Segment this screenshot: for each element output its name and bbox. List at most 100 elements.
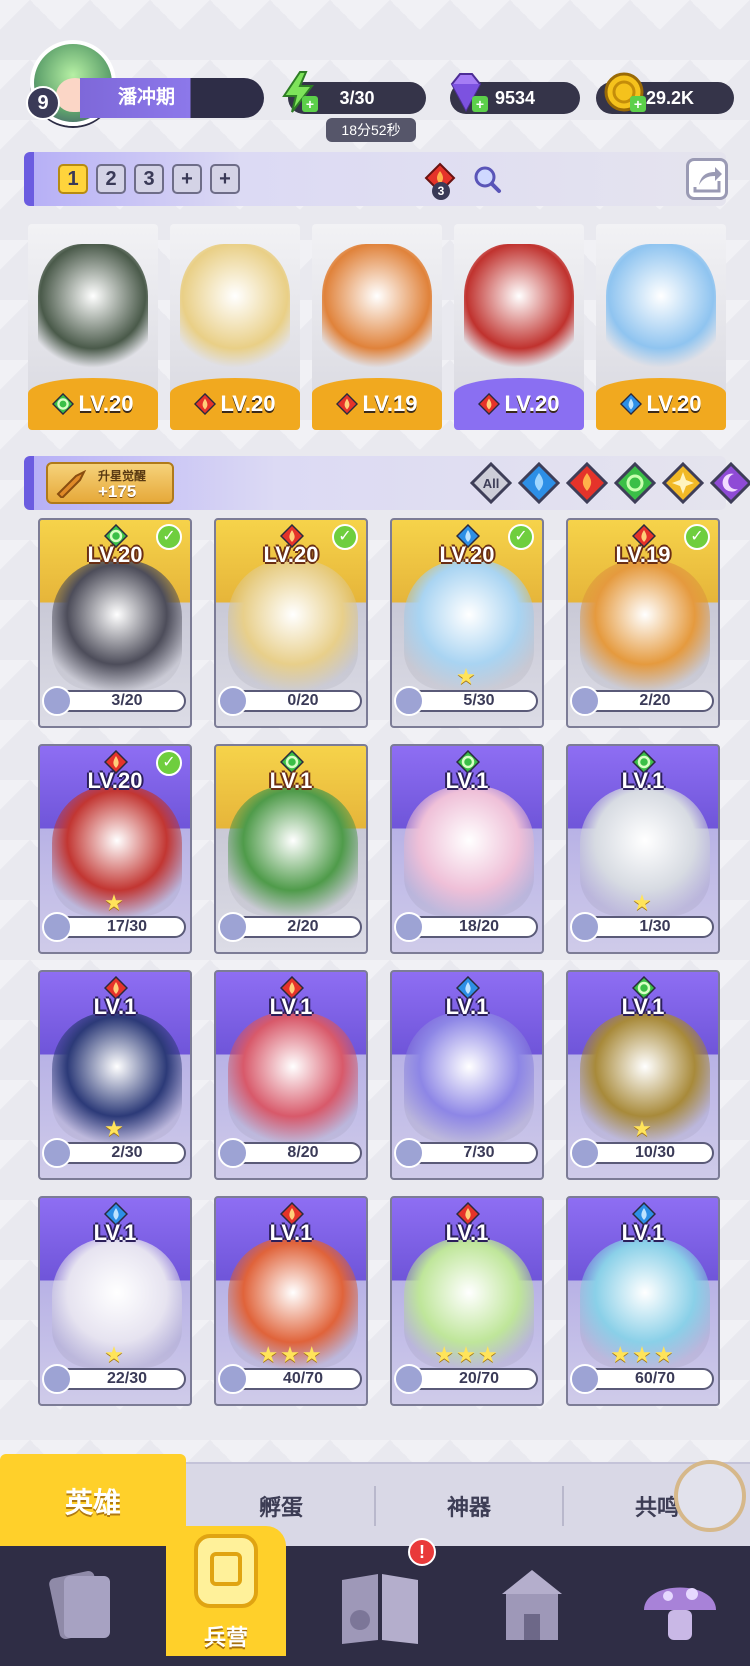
hero-level: LV.1 [93,1220,137,1245]
team-hero-level-bar: LV.20 [170,378,300,430]
team-hero-level: LV.20 [504,391,560,416]
floating-ring-icon[interactable] [674,1460,746,1532]
hero-level: LV.1 [621,994,665,1019]
shard-icon [218,686,248,716]
team-hero-card[interactable]: LV.20 [170,224,300,430]
hero-card[interactable]: LV.20 ✓ ★ 5/30 [390,518,544,728]
shard-icon [570,1364,600,1394]
player-name-plate[interactable]: 潘冲期 [80,78,264,118]
hero-portrait [606,244,716,374]
filter-all-icon[interactable]: All [470,462,512,504]
hero-level: LV.1 [445,1220,489,1245]
shrine-icon [502,1570,562,1640]
hero-card[interactable]: LV.1 ★ 1/30 [566,744,720,954]
hero-card[interactable]: LV.1 ★★★ 40/70 [214,1196,368,1406]
hero-level: LV.1 [445,994,489,1019]
filter-fire-icon[interactable] [566,462,608,504]
gem-value: 9534 [494,87,536,108]
nav-barracks[interactable]: 兵营 [166,1526,286,1656]
energy-timer: 18分52秒 [326,118,416,142]
hero-card[interactable]: LV.1 2/20 [214,744,368,954]
in-team-check-icon: ✓ [332,524,358,550]
team-tab-2[interactable]: 2 [96,164,126,194]
hero-card[interactable]: LV.1 ★ 10/30 [566,970,720,1180]
hero-card[interactable]: LV.1 7/30 [390,970,544,1180]
team-tab-add-1[interactable]: + [172,164,202,194]
team-tab-1[interactable]: 1 [58,164,88,194]
tab-heroes[interactable]: 英雄 [0,1454,186,1548]
hero-level: LV.1 [269,768,313,793]
hero-card[interactable]: LV.1 18/20 [390,744,544,954]
hero-level: LV.1 [93,994,137,1019]
shard-icon [570,686,600,716]
shard-icon [394,686,424,716]
shard-icon [570,1138,600,1168]
gold-plus-icon[interactable]: + [630,96,646,112]
team-hero-card[interactable]: LV.20 [596,224,726,430]
hero-level: LV.1 [269,1220,313,1245]
shard-icon [394,912,424,942]
team-hero-card[interactable]: LV.20 [454,224,584,430]
hero-card[interactable]: LV.1 ★ 22/30 [38,1196,192,1406]
energy-plus-icon[interactable]: + [302,96,318,112]
hero-card[interactable]: LV.19 ✓ 2/20 [566,518,720,728]
team-tab-add-2[interactable]: + [210,164,240,194]
nav-cards[interactable] [30,1560,130,1656]
shard-icon [42,686,72,716]
team-hero-level-bar: LV.20 [28,378,158,430]
hero-card[interactable]: LV.1 ★★★ 60/70 [566,1196,720,1406]
nav-book[interactable] [330,1560,430,1656]
element-gem-count: 3 [432,182,450,200]
water-element-icon [620,392,643,416]
nav-barracks-label: 兵营 [203,1625,248,1650]
filter-light-icon[interactable] [662,462,704,504]
hero-card[interactable]: LV.1 8/20 [214,970,368,1180]
gem-plus-icon[interactable]: + [472,96,488,112]
energy-value: 3/30 [339,87,375,108]
player-name: 潘冲期 [118,87,176,108]
team-hero-level-bar: LV.20 [596,378,726,430]
team-hero-level: LV.20 [646,391,702,416]
filter-water-icon[interactable] [518,462,560,504]
hero-portrait [228,1012,358,1142]
tab-artifacts-label: 神器 [446,1495,491,1520]
team-hero-card[interactable]: LV.20 [28,224,158,430]
cards-icon [49,1571,110,1639]
search-icon[interactable] [472,164,502,194]
tab-heroes-label: 英雄 [64,1487,121,1518]
nav-mushroom[interactable] [630,1560,730,1656]
shard-icon [218,1364,248,1394]
filter-dark-icon[interactable] [710,462,750,504]
fire-element-icon [478,392,501,416]
hero-level: LV.1 [269,994,313,1019]
shard-icon [42,1138,72,1168]
filter-wind-icon[interactable] [614,462,656,504]
team-tab-3[interactable]: 3 [134,164,164,194]
hero-portrait [322,244,432,374]
player-level-badge: 9 [26,86,60,120]
awaken-button[interactable]: 升星觉醒 +175 [46,462,174,504]
hero-card[interactable]: LV.1 ★★★ 20/70 [390,1196,544,1406]
hero-card[interactable]: LV.20 ✓ 3/20 [38,518,192,728]
hero-portrait [580,560,710,690]
team-hero-level-bar: LV.20 [454,378,584,430]
awaken-count: +175 [98,482,137,501]
share-icon[interactable] [686,158,728,200]
hero-portrait [228,786,358,916]
hero-filter-bar: 升星觉醒 +175 All [24,456,750,510]
hero-card[interactable]: LV.20 ✓ 0/20 [214,518,368,728]
shard-icon [394,1364,424,1394]
shard-icon [394,1138,424,1168]
nav-shrine[interactable] [482,1560,582,1656]
hero-card[interactable]: LV.20 ✓ ★ 17/30 [38,744,192,954]
team-hero-level: LV.20 [220,391,276,416]
team-hero-card[interactable]: LV.19 [312,224,442,430]
top-bar: 潘冲期 9 3/30 + 18分52秒 9534 + 129.2K + [0,0,750,150]
shard-icon [218,1138,248,1168]
in-team-check-icon: ✓ [156,750,182,776]
team-selector-bar: 1 2 3 + + 3 [24,152,728,206]
shard-icon [218,912,248,942]
tab-artifacts[interactable]: 神器 [376,1464,562,1548]
tab-hatch-label: 孵蛋 [258,1495,303,1520]
hero-card[interactable]: LV.1 ★ 2/30 [38,970,192,1180]
